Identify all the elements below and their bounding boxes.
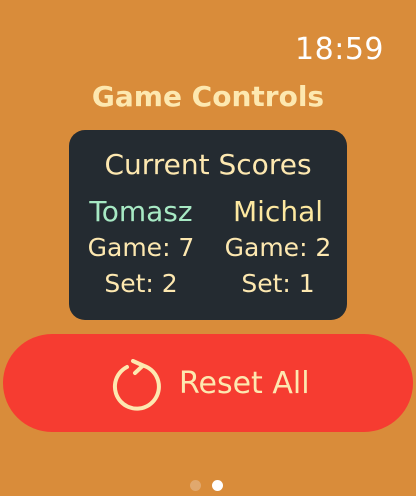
player-name: Tomasz <box>89 195 193 228</box>
reset-all-button[interactable]: Reset All <box>3 334 413 432</box>
reset-icon <box>112 359 161 411</box>
page-title: Game Controls <box>91 80 325 113</box>
player-set-score: Set: 1 <box>241 269 315 298</box>
page-dot-2[interactable] <box>212 480 223 491</box>
player-game-score: Game: 2 <box>224 233 332 262</box>
scores-card: Current Scores Tomasz Game: 7 Set: 2 Mic… <box>69 130 347 320</box>
status-time: 18:59 <box>295 32 384 67</box>
reset-label: Reset All <box>179 366 310 401</box>
player-column-1: Tomasz Game: 7 Set: 2 <box>71 194 211 302</box>
player-name: Michal <box>232 195 323 228</box>
player-set-score: Set: 2 <box>104 269 178 298</box>
scores-heading: Current Scores <box>104 148 312 181</box>
page-dot-1[interactable] <box>190 480 201 491</box>
player-column-2: Michal Game: 2 Set: 1 <box>208 194 348 302</box>
player-game-score: Game: 7 <box>87 233 195 262</box>
